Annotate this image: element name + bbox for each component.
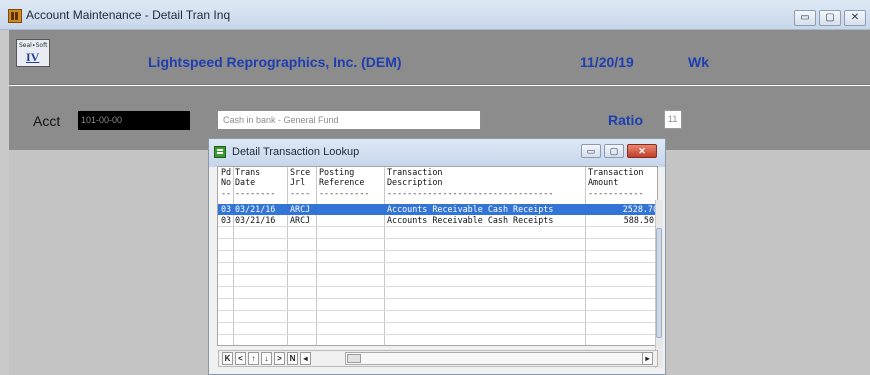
row-description: Accounts Receivable Cash Receipts (387, 215, 554, 225)
row-amount: 2528.70 (622, 204, 658, 214)
row-line (218, 310, 657, 311)
header-rule: -- (221, 189, 232, 197)
account-description-field[interactable]: Cash in bank - General Fund (217, 110, 481, 130)
left-edge (0, 30, 9, 375)
row-date: 03/21/16 (235, 204, 276, 214)
row-line (218, 298, 657, 299)
row-line (218, 334, 657, 335)
acct-input[interactable]: 101-00-00 (78, 111, 190, 130)
ratio-input[interactable]: 11 (664, 110, 682, 129)
vertical-scroll-thumb[interactable] (656, 228, 662, 338)
column-divider (233, 167, 234, 345)
row-pd: 03 (221, 215, 232, 225)
header-band (9, 30, 870, 85)
logo: Seal∙Soft IV (16, 39, 50, 67)
dialog-minimize-button[interactable]: ▭ (581, 144, 601, 158)
logo-text: IV (26, 50, 40, 64)
horizontal-scrollbar[interactable] (345, 352, 651, 365)
ratio-label: Ratio (608, 112, 643, 128)
last-record-button[interactable]: N (287, 352, 298, 365)
column-divider (585, 167, 586, 345)
column-header-transaction-description: Transaction Description (387, 167, 443, 187)
dialog-close-button[interactable]: ✕ (627, 144, 657, 158)
row-line (218, 322, 657, 323)
first-record-button[interactable]: K (222, 352, 233, 365)
row-description: Accounts Receivable Cash Receipts (387, 204, 554, 214)
row-date: 03/21/16 (235, 215, 276, 225)
row-line (218, 226, 657, 227)
row-srce: ARCJ (290, 204, 311, 214)
previous-page-button[interactable]: < (235, 352, 246, 365)
app-icon (8, 9, 22, 23)
table-row[interactable]: 03 03/21/16 ARCJ Accounts Receivable Cas… (218, 215, 657, 226)
scroll-left-button[interactable]: ◂ (300, 352, 311, 365)
row-line (218, 238, 657, 239)
column-header-trans-date: Trans Date (235, 167, 261, 187)
header-rule: -------- (235, 189, 276, 197)
table-row[interactable]: 03 03/21/16 ARCJ Accounts Receivable Cas… (218, 204, 658, 215)
maximize-button[interactable]: ▢ (819, 10, 841, 26)
column-header-srce-jrl: Srce Jrl (290, 167, 311, 187)
column-divider (384, 167, 385, 345)
horizontal-scroll-thumb[interactable] (347, 354, 361, 363)
dialog-title: Detail Transaction Lookup (232, 146, 360, 158)
row-line (218, 286, 657, 287)
header-rule: --------------------------------- (387, 189, 554, 197)
row-amount: 588.50 (623, 215, 654, 225)
row-line (218, 250, 657, 251)
header-date: 11/20/19 (580, 54, 634, 70)
scroll-right-button[interactable]: ▸ (642, 352, 653, 365)
company-name: Lightspeed Reprographics, Inc. (DEM) (148, 54, 402, 70)
header-rule: ----------- (588, 189, 644, 197)
window-title: Account Maintenance - Detail Tran Inq (26, 8, 231, 22)
transaction-grid: Pd No Trans Date Srce Jrl Posting Reference … (217, 166, 658, 346)
row-srce: ARCJ (290, 215, 311, 225)
header-rule: ---- (290, 189, 311, 197)
header-rule: ---------- (319, 189, 370, 197)
logo-small-text: Seal∙Soft (19, 42, 48, 49)
column-header-transaction-amount: Transaction Amount (588, 167, 644, 187)
next-record-button[interactable]: ↓ (261, 352, 272, 365)
column-header-pd: Pd No (221, 167, 232, 187)
next-page-button[interactable]: > (274, 352, 285, 365)
row-pd: 03 (221, 204, 232, 214)
minimize-button[interactable]: ▭ (794, 10, 816, 26)
close-button[interactable]: ✕ (844, 10, 866, 26)
header-week: Wk (688, 54, 709, 70)
row-line (218, 262, 657, 263)
dialog-maximize-button[interactable]: ▢ (604, 144, 624, 158)
column-divider (287, 167, 288, 345)
column-header-posting-reference: Posting Reference (319, 167, 365, 187)
column-divider (316, 167, 317, 345)
acct-label: Acct (33, 113, 61, 129)
row-line (218, 274, 657, 275)
table-icon (214, 146, 226, 158)
previous-record-button[interactable]: ↑ (248, 352, 259, 365)
